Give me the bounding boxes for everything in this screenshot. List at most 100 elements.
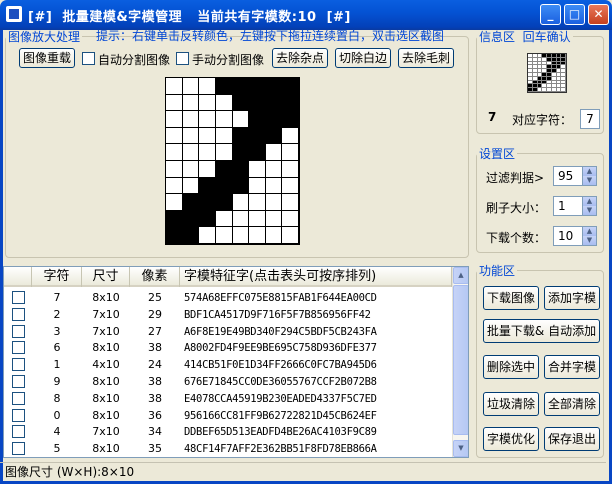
clean-garbage-button[interactable]: 垃圾清除: [483, 392, 539, 416]
pixel-cell[interactable]: [182, 144, 200, 161]
table-row[interactable]: 1 4x10 24 414CB51F0E1D34FF2666C0FC7BA945D6: [4, 356, 452, 374]
scroll-up-icon[interactable]: ▲: [453, 267, 468, 284]
row-checkbox[interactable]: [12, 408, 25, 422]
download-count-spinner[interactable]: 10 ▲ ▼: [553, 226, 597, 246]
pixel-cell[interactable]: [199, 94, 216, 112]
pixel-cell[interactable]: [182, 78, 200, 95]
char-input[interactable]: 7: [580, 109, 600, 129]
pixel-cell[interactable]: [232, 227, 250, 244]
pixel-cell[interactable]: [166, 194, 183, 211]
pixel-cell[interactable]: [265, 94, 283, 112]
pixel-cell[interactable]: [232, 144, 250, 161]
pixel-cell[interactable]: [249, 111, 266, 128]
pixel-cell[interactable]: [249, 78, 266, 95]
pixel-cell[interactable]: [215, 144, 233, 161]
row-check-cell[interactable]: [4, 423, 32, 441]
row-checkbox[interactable]: [12, 442, 25, 456]
pixel-cell[interactable]: [232, 194, 250, 211]
add-template-button[interactable]: 添加字模: [544, 286, 600, 310]
pixel-editor-grid[interactable]: [165, 77, 300, 245]
header-feature[interactable]: 字模特征字(点击表头可按序排列): [180, 267, 452, 287]
pixel-cell[interactable]: [282, 94, 299, 112]
table-row[interactable]: 4 7x10 34 DDBEF65D513EADFD4BE26AC4103F9C89: [4, 423, 452, 441]
scroll-thumb[interactable]: [453, 285, 468, 435]
filter-spinner[interactable]: 95 ▲ ▼: [553, 166, 597, 186]
pixel-cell[interactable]: [249, 227, 266, 244]
batch-download-button[interactable]: 批量下载& 自动添加: [483, 319, 600, 343]
brush-spinner[interactable]: 1 ▲ ▼: [553, 196, 597, 216]
pixel-cell[interactable]: [249, 194, 266, 211]
pixel-cell[interactable]: [199, 127, 216, 145]
header-size[interactable]: 尺寸: [82, 267, 130, 287]
pixel-cell[interactable]: [232, 177, 250, 195]
pixel-cell[interactable]: [215, 177, 233, 195]
pixel-cell[interactable]: [215, 78, 233, 95]
vertical-scrollbar[interactable]: ▲ ▼: [452, 267, 468, 457]
pixel-cell[interactable]: [199, 144, 216, 161]
table-row[interactable]: 3 7x10 27 A6F8E19E49BD340F294C5BDF5CB243FA: [4, 323, 452, 341]
row-check-cell[interactable]: [4, 390, 32, 408]
maximize-button[interactable]: □: [564, 4, 585, 25]
pixel-cell[interactable]: [215, 94, 233, 112]
pixel-cell[interactable]: [215, 227, 233, 244]
close-button[interactable]: ✕: [588, 4, 609, 25]
remove-noise-button[interactable]: 去除杂点: [272, 48, 328, 68]
pixel-cell[interactable]: [249, 161, 266, 178]
minimize-button[interactable]: _: [540, 4, 561, 25]
pixel-cell[interactable]: [215, 210, 233, 228]
pixel-cell[interactable]: [166, 94, 183, 112]
pixel-cell[interactable]: [249, 94, 266, 112]
pixel-cell[interactable]: [282, 210, 299, 228]
pixel-cell[interactable]: [282, 127, 299, 145]
pixel-cell[interactable]: [249, 144, 266, 161]
download-down-icon[interactable]: ▼: [582, 236, 596, 245]
pixel-cell[interactable]: [199, 78, 216, 95]
pixel-cell[interactable]: [282, 177, 299, 195]
row-checkbox[interactable]: [12, 291, 25, 304]
pixel-cell[interactable]: [282, 194, 299, 211]
header-char[interactable]: 字符: [32, 267, 82, 287]
optimize-template-button[interactable]: 字模优化: [483, 427, 539, 451]
pixel-cell[interactable]: [249, 177, 266, 195]
table-row[interactable]: 8 8x10 38 E4078CCA45919B230EADED4337F5C7ED: [4, 390, 452, 408]
scroll-down-icon[interactable]: ▼: [453, 440, 468, 457]
remove-burr-button[interactable]: 去除毛刺: [398, 48, 454, 68]
row-check-cell[interactable]: [4, 289, 32, 307]
table-row[interactable]: 0 8x10 36 956166CC81FF9B62722821D45CB624EF: [4, 407, 452, 425]
image-reload-button[interactable]: 图像重载: [19, 48, 75, 68]
pixel-cell[interactable]: [265, 194, 283, 211]
pixel-cell[interactable]: [265, 177, 283, 195]
row-checkbox[interactable]: [12, 425, 25, 439]
pixel-cell[interactable]: [199, 177, 216, 195]
pixel-cell[interactable]: [232, 78, 250, 95]
pixel-cell[interactable]: [182, 210, 200, 228]
pixel-cell[interactable]: [265, 161, 283, 178]
pixel-cell[interactable]: [265, 227, 283, 244]
table-row[interactable]: 6 8x10 38 A8002FD4F9EE9BE695C758D936DFE377: [4, 339, 452, 357]
pixel-cell[interactable]: [199, 194, 216, 211]
pixel-cell[interactable]: [199, 227, 216, 244]
pixel-cell[interactable]: [182, 227, 200, 244]
row-check-cell[interactable]: [4, 356, 32, 374]
pixel-cell[interactable]: [166, 161, 183, 178]
filter-down-icon[interactable]: ▼: [582, 176, 596, 185]
pixel-cell[interactable]: [166, 177, 183, 195]
row-check-cell[interactable]: [4, 440, 32, 457]
pixel-cell[interactable]: [166, 111, 183, 128]
pixel-cell[interactable]: [182, 194, 200, 211]
table-row[interactable]: 9 8x10 38 676E71845CC0DE36055767CCF2B072B8: [4, 373, 452, 391]
pixel-cell[interactable]: [199, 210, 216, 228]
pixel-cell[interactable]: [232, 210, 250, 228]
row-check-cell[interactable]: [4, 323, 32, 341]
pixel-cell[interactable]: [282, 161, 299, 178]
pixel-cell[interactable]: [215, 194, 233, 211]
pixel-cell[interactable]: [166, 210, 183, 228]
filter-up-icon[interactable]: ▲: [582, 167, 596, 176]
pixel-cell[interactable]: [199, 161, 216, 178]
row-checkbox[interactable]: [12, 391, 25, 405]
pixel-cell[interactable]: [182, 161, 200, 178]
pixel-cell[interactable]: [282, 227, 299, 244]
brush-up-icon[interactable]: ▲: [582, 197, 596, 206]
pixel-cell[interactable]: [232, 161, 250, 178]
table-row[interactable]: 7 8x10 25 574A68EFFC075E8815FAB1F644EA00CD: [4, 289, 452, 307]
